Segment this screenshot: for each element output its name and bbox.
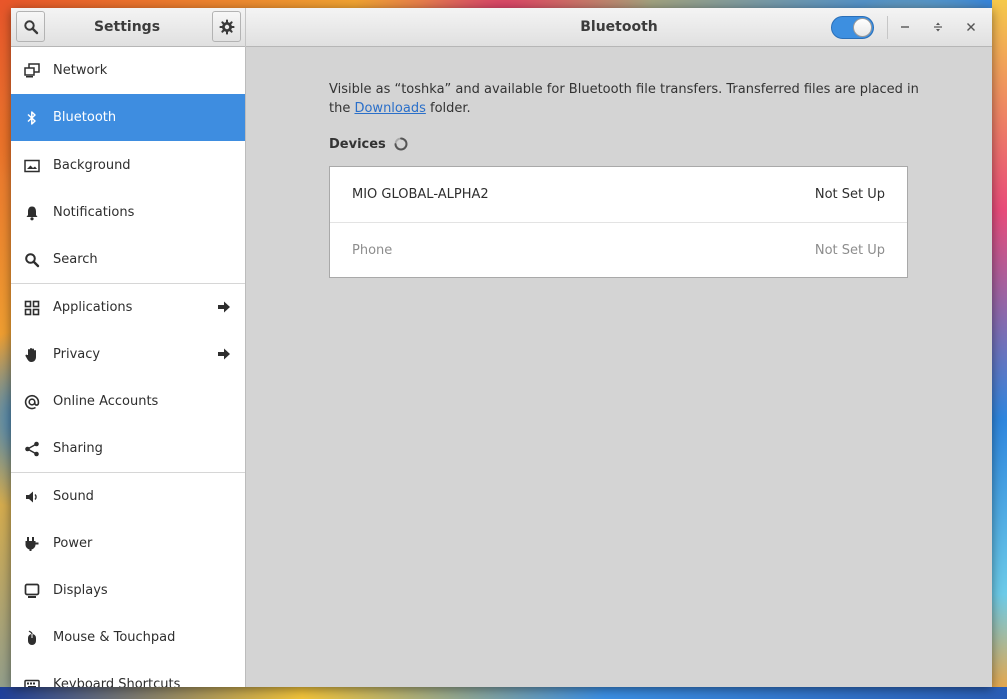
sidebar-item-label: Privacy — [53, 347, 101, 362]
sidebar-item-label: Power — [53, 536, 93, 551]
sidebar-item-keyboard-shortcuts[interactable]: Keyboard Shortcuts — [11, 661, 245, 687]
device-status: Not Set Up — [814, 187, 885, 202]
bell-icon — [23, 204, 41, 222]
device-name: Phone — [352, 243, 393, 258]
sidebar-item-label: Network — [53, 63, 108, 78]
minimize-icon — [901, 26, 909, 28]
header-bar: Settings Bluetooth — [11, 8, 992, 47]
device-status: Not Set Up — [814, 243, 885, 258]
bluetooth-toggle[interactable] — [831, 16, 874, 39]
devices-heading: Devices — [329, 137, 386, 152]
hand-icon — [23, 346, 41, 364]
network-icon — [23, 62, 41, 80]
close-button[interactable] — [961, 17, 981, 37]
power-icon — [23, 535, 41, 553]
mouse-icon — [23, 629, 41, 647]
sidebar-item-label: Search — [53, 252, 98, 267]
device-row[interactable]: MIO GLOBAL-ALPHA2 Not Set Up — [330, 167, 907, 222]
minimize-button[interactable] — [895, 17, 915, 37]
at-icon — [23, 393, 41, 411]
sidebar-item-power[interactable]: Power — [11, 520, 245, 567]
grid-icon — [23, 299, 41, 317]
background-icon — [23, 157, 41, 175]
sidebar-item-label: Displays — [53, 583, 108, 598]
sidebar-item-search[interactable]: Search — [11, 236, 245, 283]
speaker-icon — [23, 488, 41, 506]
sidebar-item-label: Sharing — [53, 441, 103, 456]
search-icon — [23, 251, 41, 269]
sidebar-item-sharing[interactable]: Sharing — [11, 425, 245, 472]
device-row[interactable]: Phone Not Set Up — [330, 223, 907, 278]
wallpaper-edge-right — [992, 0, 1007, 699]
sidebar-item-network[interactable]: Network — [11, 47, 245, 94]
sidebar-item-label: Online Accounts — [53, 394, 159, 409]
bluetooth-panel: Visible as “toshka” and available for Bl… — [247, 48, 992, 687]
page-title: Bluetooth — [580, 19, 658, 35]
sidebar-item-label: Applications — [53, 300, 133, 315]
visibility-description: Visible as “toshka” and available for Bl… — [329, 80, 929, 118]
sidebar-item-label: Keyboard Shortcuts — [53, 677, 181, 687]
bluetooth-icon — [23, 109, 41, 127]
search-button[interactable] — [16, 11, 45, 42]
sidebar: Network Bluetooth Background Notificatio… — [11, 47, 246, 687]
search-icon — [23, 19, 38, 34]
arrow-right-icon — [218, 348, 230, 360]
close-icon — [967, 23, 975, 31]
sidebar-item-label: Background — [53, 158, 131, 173]
loading-spinner-icon — [394, 137, 408, 151]
sidebar-item-online-accounts[interactable]: Online Accounts — [11, 378, 245, 425]
toggle-knob — [853, 18, 872, 37]
sidebar-item-sound[interactable]: Sound — [11, 473, 245, 520]
share-icon — [23, 440, 41, 458]
sidebar-header: Settings — [11, 8, 246, 47]
display-icon — [23, 582, 41, 600]
description-text-end: folder. — [425, 101, 471, 116]
sidebar-item-privacy[interactable]: Privacy — [11, 331, 245, 378]
sidebar-item-displays[interactable]: Displays — [11, 567, 245, 614]
sidebar-item-notifications[interactable]: Notifications — [11, 189, 245, 236]
downloads-link[interactable]: Downloads — [354, 101, 425, 116]
device-name: MIO GLOBAL-ALPHA2 — [352, 187, 489, 202]
device-list: MIO GLOBAL-ALPHA2 Not Set Up Phone Not S… — [329, 166, 908, 278]
settings-window: Settings Bluetooth Network Bluetooth Bac… — [11, 8, 992, 687]
sidebar-item-bluetooth[interactable]: Bluetooth — [11, 94, 245, 141]
sidebar-item-label: Mouse & Touchpad — [53, 630, 176, 645]
sidebar-title: Settings — [93, 19, 161, 35]
sidebar-item-applications[interactable]: Applications — [11, 284, 245, 331]
sidebar-item-label: Bluetooth — [53, 110, 117, 125]
menu-button[interactable] — [212, 11, 241, 42]
sidebar-item-label: Notifications — [53, 205, 135, 220]
sidebar-item-mouse-touchpad[interactable]: Mouse & Touchpad — [11, 614, 245, 661]
sidebar-item-label: Sound — [53, 489, 94, 504]
keyboard-icon — [23, 676, 41, 687]
sidebar-item-background[interactable]: Background — [11, 142, 245, 189]
maximize-button[interactable] — [928, 17, 948, 37]
gear-icon — [219, 19, 234, 34]
arrow-right-icon — [218, 301, 230, 313]
maximize-icon — [934, 22, 942, 32]
header-separator — [887, 16, 888, 39]
wallpaper-edge-bottom — [0, 687, 1007, 699]
